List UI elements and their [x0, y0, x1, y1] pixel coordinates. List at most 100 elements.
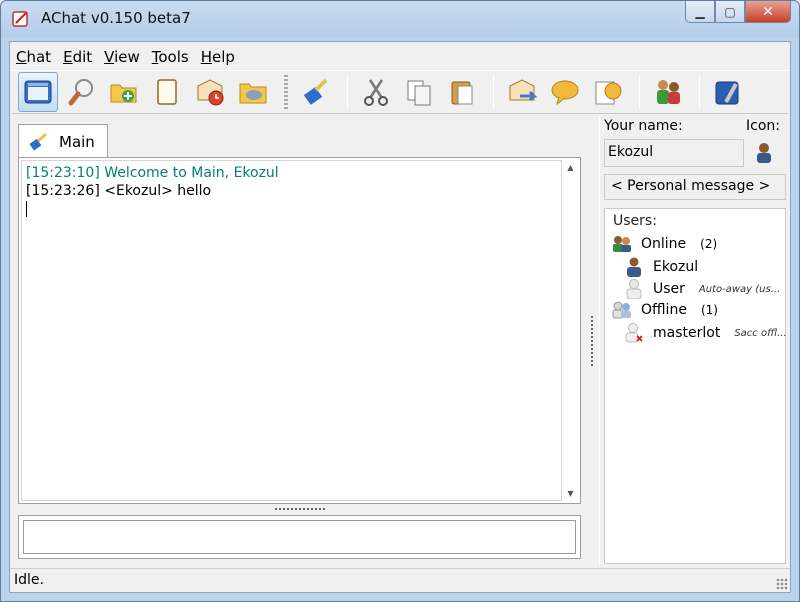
user-name: Ekozul — [653, 259, 699, 275]
splitter-grip — [591, 316, 593, 368]
online-users-icon — [613, 236, 631, 252]
group-count: (2) — [700, 237, 718, 251]
user-icon-picker[interactable] — [750, 139, 778, 167]
user-name: masterlot — [653, 325, 721, 341]
close-button[interactable]: ✕ — [745, 1, 791, 23]
paste-icon — [451, 81, 473, 105]
clear-button[interactable] — [296, 72, 336, 112]
tab-label: Main — [59, 133, 95, 151]
personal-message-field[interactable]: < Personal message > — [604, 174, 786, 200]
chat-log-content[interactable]: [15:23:10] Welcome to Main, Ekozul [15:2… — [21, 160, 562, 501]
add-folder-icon — [110, 84, 137, 103]
status-bar: Idle. — [10, 568, 790, 592]
window-title: AChat v0.150 beta7 — [41, 9, 191, 27]
client-area: Chat Edit View Tools Help Main [15:23:10… — [9, 41, 791, 593]
title-bar[interactable]: AChat v0.150 beta7 ▁ ▢ ✕ — [1, 1, 799, 37]
search-button[interactable] — [61, 72, 101, 112]
menu-view[interactable]: View — [98, 46, 146, 68]
menu-bar: Chat Edit View Tools Help — [10, 46, 241, 68]
user-name: User — [653, 281, 685, 297]
folder-icon — [239, 83, 267, 104]
group-label: Online — [641, 236, 687, 252]
scroll-down-icon[interactable]: ▼ — [563, 486, 578, 501]
icon-label: Icon: — [746, 118, 780, 134]
search-icon — [68, 79, 93, 106]
message-input[interactable] — [23, 520, 576, 554]
tab-strip: Main — [18, 122, 581, 159]
chat-log[interactable]: [15:23:10] Welcome to Main, Ekozul [15:2… — [18, 157, 581, 504]
menu-tools[interactable]: Tools — [146, 46, 195, 68]
maximize-icon: ▢ — [724, 4, 736, 19]
maximize-button[interactable]: ▢ — [715, 1, 745, 23]
chat-scrollbar[interactable]: ▲ ▼ — [563, 160, 578, 501]
horizontal-splitter[interactable] — [18, 505, 581, 513]
offline-users-icon — [612, 301, 631, 319]
resize-grip-icon[interactable] — [776, 578, 788, 590]
mail-clock-button[interactable] — [190, 72, 230, 112]
minimize-button[interactable]: ▁ — [685, 1, 715, 23]
send-file-button[interactable] — [502, 72, 542, 112]
toolbar-separator — [493, 75, 494, 109]
new-document-button[interactable] — [147, 72, 187, 112]
user-panel: Your name: Icon: Ekozul < Personal messa… — [599, 116, 789, 566]
menu-chat[interactable]: Chat — [10, 46, 57, 68]
message-input-container — [18, 515, 581, 559]
splitter-grip — [274, 508, 325, 510]
channel-brush-icon — [29, 132, 47, 151]
group-online[interactable]: Online (2) — [611, 235, 717, 253]
user-status: Auto-away (us... — [698, 283, 781, 295]
main-window-icon — [24, 80, 52, 104]
status-text: Idle. — [14, 572, 44, 588]
add-folder-button[interactable] — [104, 72, 144, 112]
user-list[interactable]: Users: Online (2) Ekozul User Auto-away … — [604, 208, 787, 564]
away-user-icon — [626, 279, 642, 299]
user-status: Sacc offl... — [734, 327, 787, 339]
user-item-masterlot[interactable]: masterlot Sacc offl... — [625, 323, 787, 343]
app-window: AChat v0.150 beta7 ▁ ▢ ✕ Chat Edit View … — [0, 0, 800, 602]
send-icon — [509, 79, 538, 102]
cut-button[interactable] — [356, 72, 396, 112]
cut-icon — [364, 79, 388, 106]
tab-main[interactable]: Main — [18, 124, 108, 159]
main-window-button[interactable] — [18, 72, 58, 112]
menu-edit[interactable]: Edit — [57, 46, 98, 68]
chat-line: [15:23:26] <Ekozul> hello — [26, 183, 212, 199]
users-button[interactable] — [648, 72, 688, 112]
mail-clock-icon — [197, 79, 224, 106]
scroll-up-icon[interactable]: ▲ — [563, 160, 578, 175]
emoticon-icon — [595, 81, 622, 105]
menu-help[interactable]: Help — [195, 46, 241, 68]
toolbar-separator — [347, 75, 348, 109]
copy-icon — [407, 80, 431, 106]
offline-user-icon — [625, 323, 643, 343]
your-name-label: Your name: — [604, 118, 683, 134]
group-offline[interactable]: Offline (1) — [611, 301, 718, 319]
your-name-field[interactable]: Ekozul — [604, 139, 744, 167]
group-count: (1) — [700, 303, 718, 317]
user-item-user[interactable]: User Auto-away (us... — [625, 279, 780, 299]
chat-line: [15:23:10] Welcome to Main, Ekozul — [26, 165, 279, 181]
clear-brush-icon — [303, 78, 328, 105]
paste-button[interactable] — [442, 72, 482, 112]
vertical-splitter[interactable] — [587, 122, 597, 562]
text-caret — [26, 201, 27, 217]
folder-button[interactable] — [233, 72, 273, 112]
users-icon — [657, 80, 680, 104]
private-chat-button[interactable] — [545, 72, 585, 112]
app-logo-icon — [11, 9, 31, 29]
toolbar-separator — [284, 75, 288, 109]
user-avatar-icon — [757, 143, 771, 163]
chat-bubble-icon — [551, 80, 579, 106]
copy-button[interactable] — [399, 72, 439, 112]
users-label: Users: — [613, 213, 657, 229]
minimize-icon: ▁ — [695, 4, 705, 19]
user-item-ekozul[interactable]: Ekozul — [625, 257, 698, 277]
new-doc-icon — [157, 79, 177, 105]
user-avatar-icon — [627, 257, 641, 277]
toolbar-separator — [639, 75, 640, 109]
group-label: Offline — [641, 302, 687, 318]
toolbar-separator — [699, 75, 700, 109]
close-icon: ✕ — [762, 3, 774, 20]
emoticon-button[interactable] — [588, 72, 628, 112]
settings-button[interactable] — [708, 72, 748, 112]
